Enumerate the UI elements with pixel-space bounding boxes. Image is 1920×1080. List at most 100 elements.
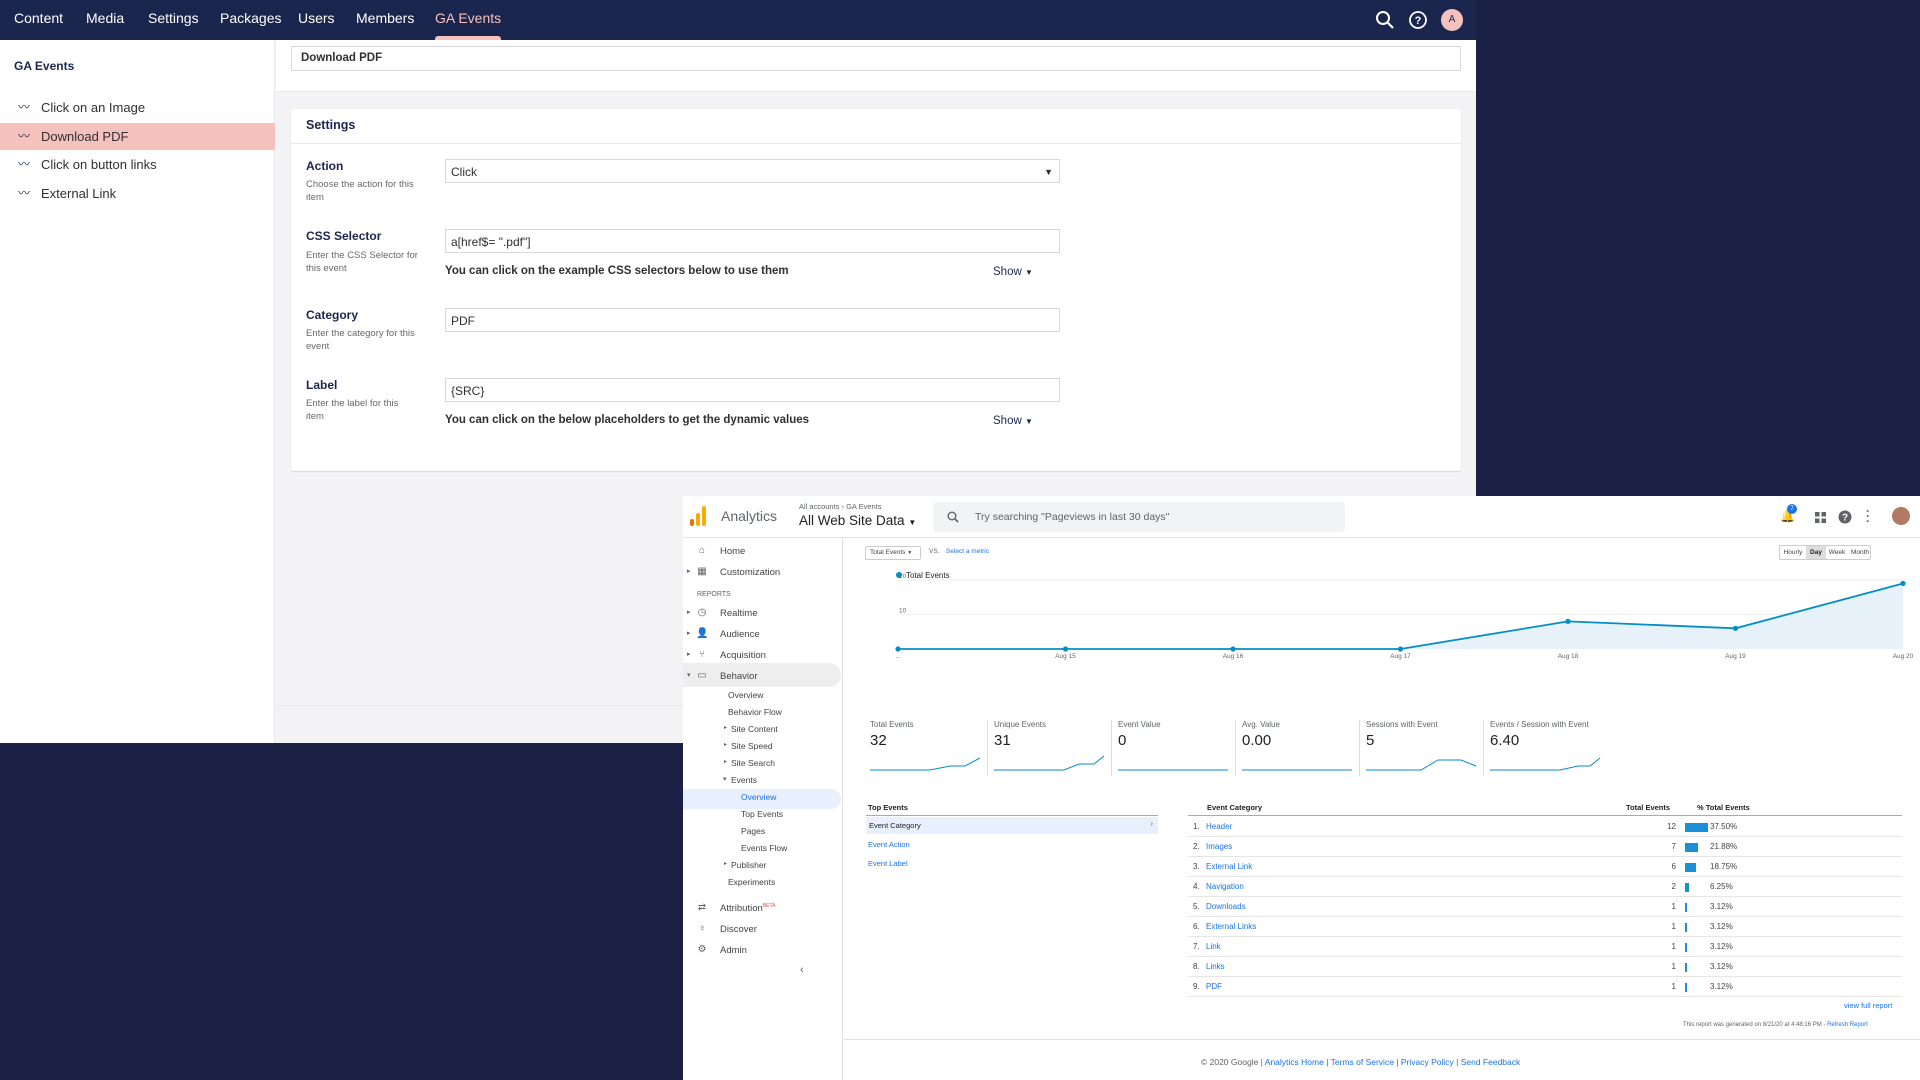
user-avatar[interactable]: A [1441, 9, 1463, 31]
nav-packages[interactable]: Packages [220, 0, 281, 40]
help-icon[interactable]: ? [1407, 9, 1429, 31]
show-label: Show [993, 266, 1022, 278]
select-metric-link[interactable]: Select a metric [946, 548, 989, 555]
hourly-button[interactable]: Hourly [1780, 546, 1806, 559]
x-tick-label: Aug 17 [1390, 653, 1411, 660]
row-category-link[interactable]: Navigation [1206, 877, 1244, 897]
more-vert-icon[interactable]: · · · [1866, 505, 1870, 527]
x-tick-label: Aug 16 [1223, 653, 1244, 660]
name-input[interactable]: Download PDF [291, 46, 1461, 71]
sparkline-line [1490, 757, 1601, 771]
row-percent-bar [1685, 943, 1687, 952]
tree-item-button-links[interactable]: 〰 Click on button links [0, 151, 275, 178]
nav-customization[interactable]: Customization [720, 567, 780, 578]
home-icon: ⌂ [698, 545, 706, 556]
table-row: 2. Images 7 21.88% [1188, 837, 1902, 857]
sparkline [870, 757, 981, 771]
collapse-arrow-icon: ▾ [687, 672, 691, 679]
nav-audience[interactable]: Audience [720, 629, 760, 640]
brand: Analytics [721, 508, 778, 524]
row-category-link[interactable]: External Link [1206, 857, 1252, 877]
nav-members[interactable]: Members [356, 0, 414, 40]
nav-site-speed[interactable]: Site Speed [731, 741, 773, 751]
expand-arrow-icon: ▸ [687, 568, 691, 575]
css-selector-input[interactable]: a[href$= ".pdf"] [445, 229, 1060, 253]
sparkline-line [1366, 759, 1477, 771]
row-category-link[interactable]: Images [1206, 837, 1232, 857]
nav-publisher[interactable]: Publisher [731, 860, 766, 870]
tree-item-click-image[interactable]: 〰 Click on an Image [0, 94, 275, 121]
sparkline [1490, 757, 1601, 771]
nav-users[interactable]: Users [298, 0, 335, 40]
month-button[interactable]: Month [1848, 546, 1872, 559]
nav-pages[interactable]: Pages [741, 826, 765, 836]
footer-terms[interactable]: Terms of Service [1331, 1057, 1394, 1067]
footer-privacy[interactable]: Privacy Policy [1401, 1057, 1454, 1067]
view-selector[interactable]: All Web Site Data ▼ [799, 513, 916, 528]
tree-item-external-link[interactable]: 〰 External Link [0, 180, 275, 207]
search-input[interactable]: Try searching "Pageviews in last 30 days… [933, 502, 1345, 532]
top-events-selected-row[interactable]: Event Category › [866, 817, 1158, 834]
refresh-report-link[interactable]: Refresh Report [1827, 1022, 1868, 1028]
label-show-toggle[interactable]: Show ▼ [993, 415, 1033, 427]
search-icon[interactable] [1374, 9, 1396, 31]
search-icon [947, 511, 959, 523]
row-percent-bar [1685, 983, 1687, 992]
collapse-sidebar-icon[interactable]: ‹ [800, 964, 804, 976]
nav-behavior[interactable]: Behavior [720, 671, 758, 682]
nav-acquisition[interactable]: Acquisition [720, 650, 766, 661]
nav-home[interactable]: Home [720, 546, 745, 557]
label-input[interactable]: {SRC} [445, 378, 1060, 402]
row-category-link[interactable]: External Links [1206, 917, 1256, 937]
nav-events[interactable]: Events [731, 775, 757, 785]
footer-feedback[interactable]: Send Feedback [1461, 1057, 1521, 1067]
nav-site-content[interactable]: Site Content [731, 724, 778, 734]
category-input[interactable]: PDF [445, 308, 1060, 332]
tree-item-download-pdf[interactable]: 〰 Download PDF [0, 123, 275, 150]
nav-attribution[interactable]: AttributionBETA [720, 903, 775, 914]
row-category-link[interactable]: Links [1206, 957, 1225, 977]
nav-ga-events[interactable]: GA Events [435, 0, 502, 40]
metric-select[interactable]: Total Events ▼ [865, 546, 921, 560]
nav-content[interactable]: Content [14, 0, 63, 40]
day-button[interactable]: Day [1806, 546, 1826, 559]
week-button[interactable]: Week [1826, 546, 1848, 559]
row-category-link[interactable]: PDF [1206, 977, 1222, 997]
row-percent: 6.25% [1710, 882, 1733, 891]
apps-grid-icon[interactable] [1815, 512, 1826, 523]
nav-settings[interactable]: Settings [148, 0, 199, 40]
row-category-link[interactable]: Link [1206, 937, 1221, 957]
gear-icon: ⚙ [697, 944, 707, 955]
event-action-tab[interactable]: Event Action [868, 840, 910, 849]
nav-events-flow[interactable]: Events Flow [741, 843, 787, 853]
nav-events-overview[interactable]: Overview [741, 792, 776, 802]
behavior-icon: ▭ [697, 670, 707, 681]
row-number: 5. [1193, 902, 1200, 911]
nav-behavior-overview[interactable]: Overview [728, 690, 763, 700]
css-show-toggle[interactable]: Show ▼ [993, 266, 1033, 278]
action-select[interactable]: Click ▼ [445, 159, 1060, 183]
data-point [1565, 618, 1571, 624]
nav-site-search[interactable]: Site Search [731, 758, 775, 768]
row-number: 2. [1193, 842, 1200, 851]
row-total: 2 [1671, 882, 1676, 891]
account-avatar[interactable] [1892, 507, 1910, 525]
row-category-link[interactable]: Header [1206, 817, 1232, 837]
footer-analytics-home[interactable]: Analytics Home [1265, 1057, 1324, 1067]
attribution-icon: ⇄ [697, 902, 707, 913]
x-tick-label: Aug 19 [1725, 653, 1746, 660]
metric-label: Total Events [870, 720, 914, 729]
nav-media[interactable]: Media [86, 0, 124, 40]
row-category-link[interactable]: Downloads [1206, 897, 1246, 917]
help-icon[interactable]: ? [1838, 510, 1852, 524]
nav-admin[interactable]: Admin [720, 945, 747, 956]
nav-realtime[interactable]: Realtime [720, 608, 758, 619]
nav-behavior-flow[interactable]: Behavior Flow [728, 707, 782, 717]
nav-discover[interactable]: Discover [720, 924, 757, 935]
breadcrumb[interactable]: All accounts › GA Events [799, 502, 882, 511]
view-full-report-link[interactable]: view full report [1844, 1001, 1892, 1010]
nav-top-events[interactable]: Top Events [741, 809, 783, 819]
nav-experiments[interactable]: Experiments [728, 877, 775, 887]
settings-title: Settings [306, 118, 356, 132]
event-label-tab[interactable]: Event Label [868, 859, 908, 868]
